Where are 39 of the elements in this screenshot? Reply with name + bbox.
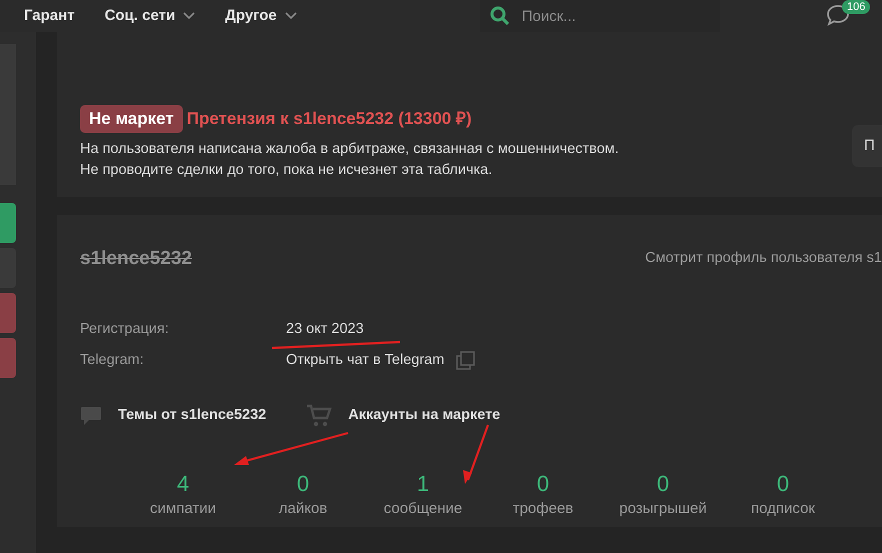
sidebar-button[interactable] — [0, 293, 16, 333]
counter-value: 0 — [776, 472, 790, 496]
sidebar-button[interactable] — [0, 338, 16, 378]
viewing-status: Смотрит профиль пользователя s1 — [645, 248, 882, 268]
counter-label: симпатии — [150, 499, 216, 519]
counter-value: 0 — [536, 472, 550, 496]
warning-title: Претензия к s1lence5232 (13300 ₽) — [186, 108, 472, 130]
status-tag: Не маркет — [80, 105, 183, 132]
counter-label: розыгрышей — [619, 499, 707, 519]
chevron-down-icon — [183, 12, 196, 20]
search-icon — [490, 6, 510, 26]
nav-menu-item[interactable]: Гарант — [24, 4, 75, 28]
counter-value: 0 — [296, 472, 310, 496]
username: s1lence5232 — [80, 246, 192, 270]
counter-label: трофеев — [512, 499, 574, 519]
profile-link[interactable]: Темы от s1lence5232 — [118, 405, 266, 427]
nav-menu-item[interactable]: Другое — [225, 4, 297, 28]
search-field[interactable]: Поиск... — [522, 0, 702, 32]
action-button[interactable]: П — [852, 125, 882, 167]
shopping-cart-icon — [306, 404, 332, 428]
speech-bubble-icon — [80, 406, 102, 426]
field-label: Telegram: — [80, 350, 145, 370]
sidebar-button[interactable] — [0, 203, 16, 243]
counter-value: 4 — [176, 472, 190, 496]
counter-value: 1 — [416, 472, 430, 496]
profile-link[interactable]: Аккаунты на маркете — [348, 405, 500, 427]
notification-badge: 106 — [842, 0, 870, 14]
counter-value: 0 — [656, 472, 670, 496]
field-value[interactable]: Открыть чат в Telegram — [286, 350, 444, 372]
field-label: Регистрация: — [80, 320, 170, 339]
warning-text: На пользователя написана жалоба в арбитраже, связанная с мошенничеством. Не проводите сделки до того, пока не исчезнет эта табличка. — [80, 140, 619, 180]
chevron-down-icon — [284, 12, 297, 20]
annotation-arrow — [460, 422, 492, 486]
copy-icon[interactable] — [456, 350, 476, 370]
counter-label: сообщение — [384, 499, 462, 519]
field-value: 23 окт 2023 — [286, 320, 364, 339]
nav-menu-item[interactable]: Соц. сети — [104, 4, 196, 28]
counter-label: подписок — [751, 499, 815, 519]
counter-label: лайков — [278, 499, 328, 519]
